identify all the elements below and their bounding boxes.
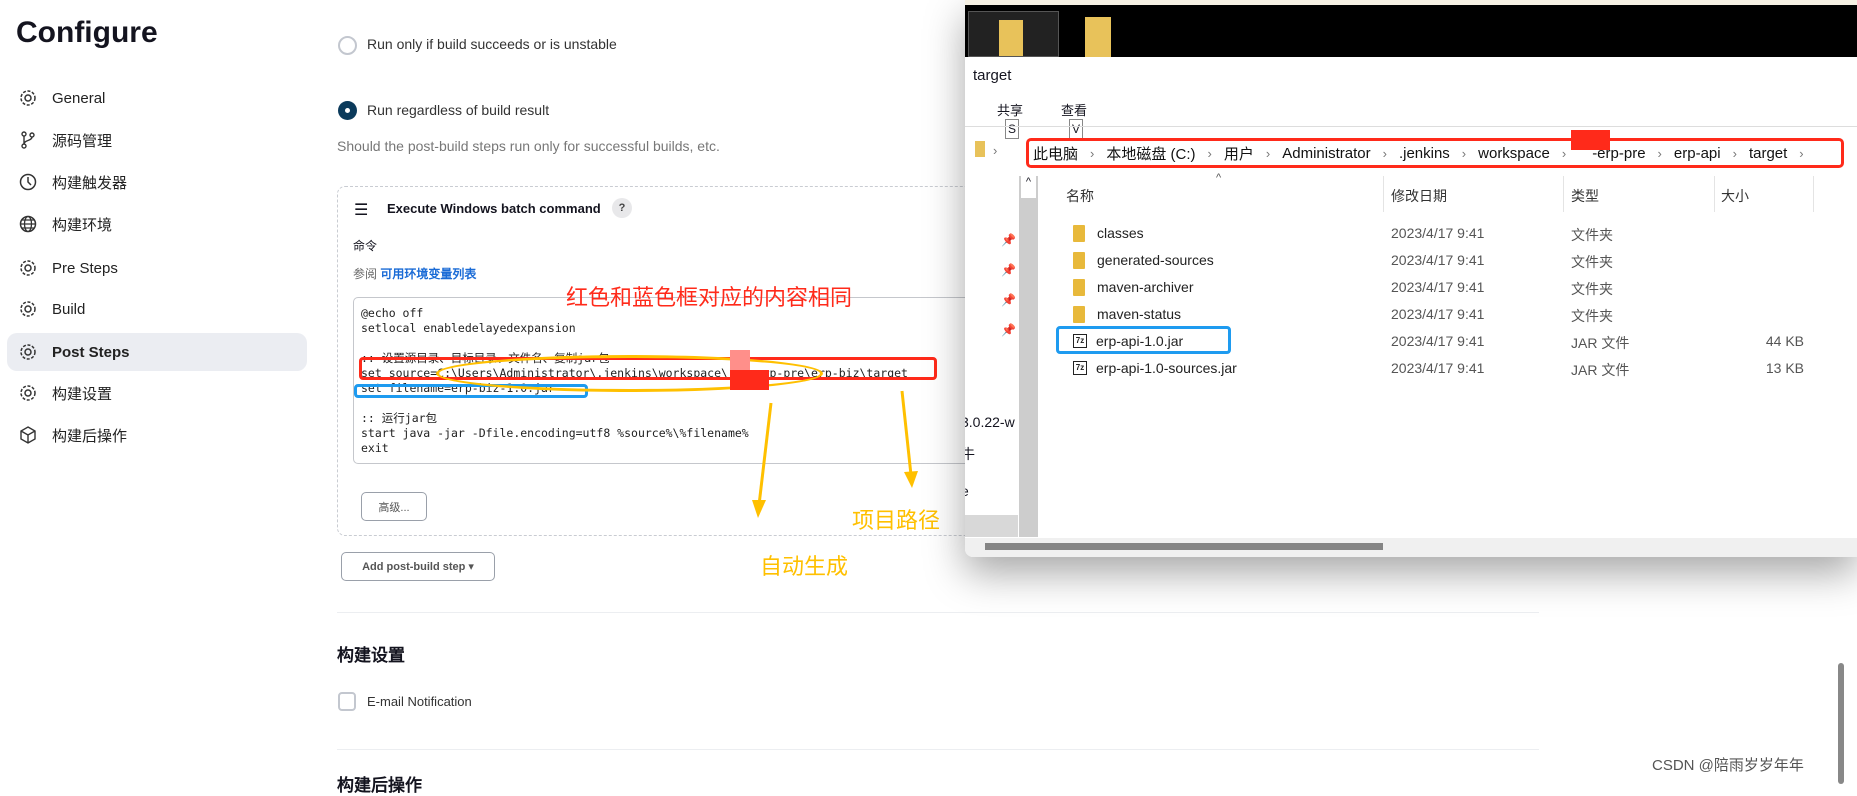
- pin-icon: 📌: [1001, 293, 1016, 307]
- chevron-right-icon[interactable]: ›: [1562, 146, 1566, 161]
- file-name: classes: [1097, 225, 1144, 241]
- breadcrumb-item[interactable]: workspace: [1478, 145, 1550, 162]
- file-type: 文件夹: [1571, 308, 1613, 324]
- redaction-mark: [1571, 130, 1610, 150]
- ribbon-tab[interactable]: 共享: [997, 100, 1023, 119]
- folder-icon: [1073, 305, 1085, 323]
- file-name: erp-api-1.0-sources.jar: [1096, 360, 1237, 376]
- column-type[interactable]: 类型: [1571, 186, 1599, 206]
- file-row[interactable]: 7z erp-api-1.0-sources.jar: [1073, 358, 1237, 378]
- chevron-right-icon[interactable]: ›: [1383, 146, 1387, 161]
- column-name[interactable]: 名称: [1066, 186, 1094, 206]
- breadcrumb-item[interactable]: target: [1749, 145, 1787, 162]
- folder-icon: [1073, 278, 1085, 296]
- nav-item[interactable]: 3.0.22-w: [965, 414, 1015, 430]
- file-row[interactable]: maven-status: [1073, 304, 1181, 324]
- file-date: 2023/4/17 9:41: [1391, 360, 1485, 376]
- pin-icon: 📌: [1001, 233, 1016, 247]
- file-name: maven-archiver: [1097, 279, 1194, 295]
- folder-icon: [1073, 251, 1085, 269]
- breadcrumb-item[interactable]: erp-api: [1674, 145, 1721, 162]
- file-date: 2023/4/17 9:41: [1391, 279, 1485, 295]
- chevron-right-icon[interactable]: ›: [1090, 146, 1094, 161]
- blue-highlight-box: [1056, 326, 1231, 354]
- nav-scrollbar[interactable]: [1019, 176, 1038, 537]
- file-date: 2023/4/17 9:41: [1391, 306, 1485, 322]
- access-key-badge: V: [1069, 119, 1083, 139]
- chevron-right-icon[interactable]: ›: [1462, 146, 1466, 161]
- breadcrumb-item[interactable]: 用户: [1224, 143, 1254, 164]
- scrollbar-thumb[interactable]: [985, 543, 1383, 550]
- column-date[interactable]: 修改日期: [1391, 186, 1447, 206]
- path-annotation: 项目路径: [852, 508, 941, 533]
- file-date: 2023/4/17 9:41: [1391, 333, 1485, 349]
- auto-annotation: 自动生成: [760, 554, 849, 579]
- file-type: JAR 文件: [1571, 362, 1630, 378]
- window-title: target: [973, 67, 1012, 84]
- file-name: maven-status: [1097, 306, 1182, 322]
- file-size: 44 KB: [1765, 333, 1804, 349]
- breadcrumb-item[interactable]: Administrator: [1282, 145, 1370, 162]
- file-date: 2023/4/17 9:41: [1391, 252, 1485, 268]
- address-bar[interactable]: 此电脑 › 本地磁盘 (C:) › 用户 › Administrator › .jenkins ›…: [1033, 143, 1804, 164]
- ribbon-tab[interactable]: 查看: [1061, 100, 1087, 119]
- chevron-right-icon[interactable]: ›: [1799, 146, 1803, 161]
- file-type: 文件夹: [1571, 227, 1613, 243]
- chevron-right-icon[interactable]: ›: [1266, 146, 1270, 161]
- red-annotation: 红色和蓝色框对应的内容相同: [566, 285, 853, 310]
- file-row[interactable]: maven-archiver: [1073, 277, 1193, 297]
- horizontal-scrollbar[interactable]: [965, 538, 1857, 557]
- pin-icon: 📌: [1001, 323, 1016, 337]
- scroll-up-icon[interactable]: ^: [1021, 176, 1036, 198]
- file-name: generated-sources: [1097, 252, 1214, 268]
- file-row[interactable]: classes: [1073, 223, 1144, 243]
- folder-icon[interactable]: [1085, 17, 1111, 57]
- breadcrumb-item[interactable]: 本地磁盘 (C:): [1106, 143, 1195, 164]
- pin-icon: 📌: [1001, 263, 1016, 277]
- access-key-badge: S: [1005, 119, 1019, 139]
- navigation-pane: [973, 170, 1018, 537]
- folder-icon: [1073, 224, 1085, 242]
- sort-caret-icon: ^: [1216, 172, 1222, 184]
- chevron-right-icon[interactable]: ›: [1733, 146, 1737, 161]
- file-type: JAR 文件: [1571, 335, 1630, 351]
- folder-icon: [975, 141, 985, 157]
- nav-item[interactable]: e: [965, 483, 969, 499]
- breadcrumb-item[interactable]: .jenkins: [1399, 145, 1450, 162]
- file-row[interactable]: generated-sources: [1073, 250, 1214, 270]
- taskbar-thumbnails: [965, 5, 1857, 57]
- breadcrumb-item[interactable]: 此电脑: [1033, 143, 1078, 164]
- jar-file-icon: 7z: [1073, 361, 1087, 375]
- file-explorer-window: target 共享 S 查看 V › 此电脑 › 本地磁盘 (C:) › 用户 › Adminis…: [965, 0, 1857, 557]
- file-type: 文件夹: [1571, 254, 1613, 270]
- file-size: 13 KB: [1765, 360, 1804, 376]
- chevron-right-icon[interactable]: ›: [1208, 146, 1212, 161]
- column-size[interactable]: 大小: [1721, 186, 1749, 206]
- watermark: CSDN @陪雨岁岁年年: [1652, 757, 1804, 774]
- file-date: 2023/4/17 9:41: [1391, 225, 1485, 241]
- file-type: 文件夹: [1571, 281, 1613, 297]
- chevron-right-icon[interactable]: ›: [1658, 146, 1662, 161]
- folder-icon: [999, 20, 1023, 56]
- nav-item[interactable]: 牛: [965, 444, 975, 464]
